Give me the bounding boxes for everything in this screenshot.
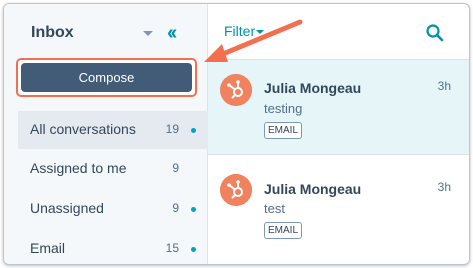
search-icon[interactable]: [425, 23, 445, 43]
filter-label: Filter: [224, 23, 256, 39]
sidebar: Inbox ‹‹ Compose All conversations 19 As…: [4, 4, 208, 264]
sidebar-item-label: Assigned to me: [30, 160, 127, 176]
compose-button[interactable]: Compose: [21, 63, 192, 92]
sidebar-item-count: 9: [172, 161, 179, 175]
channel-badge: EMAIL: [264, 222, 303, 239]
message-preview: test: [264, 201, 285, 216]
inbox-dropdown-caret-icon[interactable]: [143, 31, 153, 36]
sidebar-item-count: 15: [165, 241, 179, 255]
sidebar-item-assigned-to-me[interactable]: Assigned to me 9: [18, 150, 208, 188]
sidebar-item-label: All conversations: [30, 121, 136, 137]
timestamp: 3h: [437, 180, 451, 194]
conversation-list-panel: Filter Julia Mongeau testing 3h EMAIL Ju…: [208, 4, 469, 264]
channel-badge: EMAIL: [264, 122, 303, 139]
unread-dot-icon: [191, 207, 196, 212]
inbox-title: Inbox: [31, 24, 74, 41]
sidebar-item-count: 19: [165, 122, 179, 136]
inbox-window: Inbox ‹‹ Compose All conversations 19 As…: [3, 3, 470, 265]
unread-dot-icon: [191, 247, 196, 252]
sidebar-item-label: Email: [30, 240, 66, 256]
collapse-sidebar-icon[interactable]: ‹‹: [167, 22, 177, 44]
contact-name: Julia Mongeau: [264, 181, 362, 197]
filter-dropdown[interactable]: Filter: [224, 23, 265, 39]
sidebar-item-email[interactable]: Email 15: [18, 230, 208, 264]
sidebar-item-count: 9: [172, 201, 179, 215]
contact-name: Julia Mongeau: [264, 80, 362, 96]
chevron-down-icon: [256, 30, 265, 35]
message-preview: testing: [264, 101, 303, 116]
hubspot-sprocket-icon: [220, 74, 252, 106]
conversation-item[interactable]: Julia Mongeau testing 3h EMAIL: [208, 60, 469, 155]
sidebar-item-label: Unassigned: [30, 200, 104, 216]
conversation-item[interactable]: Julia Mongeau test 3h EMAIL: [208, 155, 469, 250]
timestamp: 3h: [437, 79, 451, 93]
sidebar-item-unassigned[interactable]: Unassigned 9: [18, 190, 208, 228]
unread-dot-icon: [191, 128, 196, 133]
hubspot-sprocket-icon: [220, 174, 252, 206]
sidebar-item-all-conversations[interactable]: All conversations 19: [18, 111, 208, 149]
